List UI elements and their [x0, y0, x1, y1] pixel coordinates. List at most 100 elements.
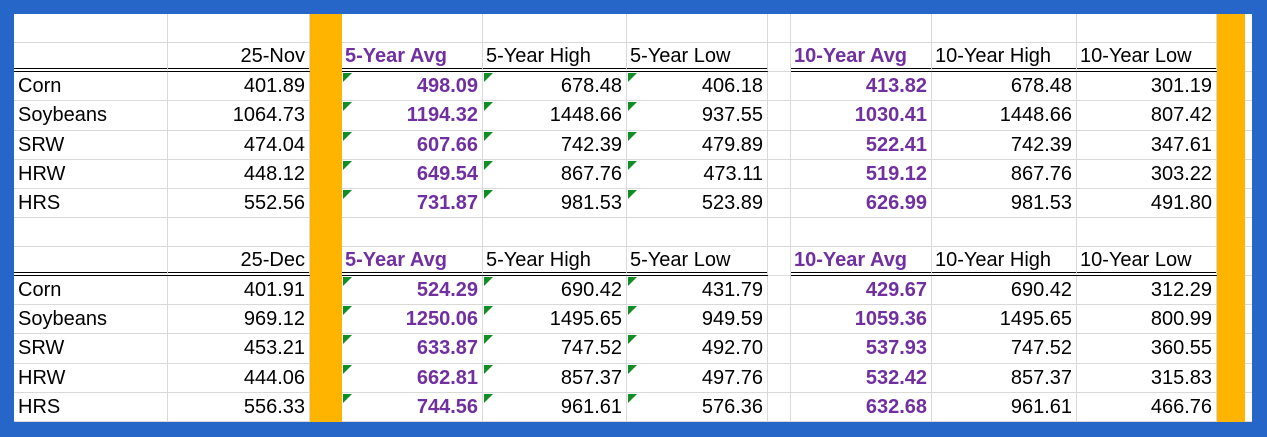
low5-cell[interactable]: 523.89	[627, 188, 768, 218]
low10-cell[interactable]: 303.22	[1077, 159, 1217, 189]
row-label-header[interactable]	[14, 247, 168, 277]
blank-cell[interactable]	[791, 217, 932, 247]
avg5-cell[interactable]: 662.81	[342, 363, 483, 393]
high5-cell[interactable]: 857.37	[483, 363, 627, 393]
blank-cell[interactable]	[483, 217, 627, 247]
avg10-cell[interactable]: 537.93	[791, 334, 932, 364]
commodity-label[interactable]: Corn	[14, 276, 168, 306]
high5-cell[interactable]: 1495.65	[483, 305, 627, 335]
header-10yr-high[interactable]: 10-Year High	[932, 43, 1077, 73]
blank-cell[interactable]	[483, 14, 627, 44]
header-5yr-high[interactable]: 5-Year High	[483, 247, 627, 277]
blank-cell[interactable]	[627, 14, 768, 44]
avg5-cell[interactable]: 649.54	[342, 159, 483, 189]
header-10yr-low[interactable]: 10-Year Low	[1077, 247, 1217, 277]
avg10-cell[interactable]: 1059.36	[791, 305, 932, 335]
high10-cell[interactable]: 747.52	[932, 334, 1077, 364]
avg10-cell[interactable]: 522.41	[791, 130, 932, 160]
low10-cell[interactable]: 301.19	[1077, 72, 1217, 102]
high5-cell[interactable]: 678.48	[483, 72, 627, 102]
avg5-cell[interactable]: 731.87	[342, 188, 483, 218]
commodity-label[interactable]: SRW	[14, 334, 168, 364]
avg10-cell[interactable]: 626.99	[791, 188, 932, 218]
current-price-cell[interactable]: 556.33	[168, 392, 310, 422]
commodity-label[interactable]: HRW	[14, 363, 168, 393]
high5-cell[interactable]: 961.61	[483, 392, 627, 422]
high10-cell[interactable]: 857.37	[932, 363, 1077, 393]
blank-cell[interactable]	[14, 217, 168, 247]
blank-cell[interactable]	[768, 217, 791, 247]
header-10yr-avg[interactable]: 10-Year Avg	[791, 43, 932, 73]
commodity-label[interactable]: HRS	[14, 188, 168, 218]
date-header[interactable]: 25-Nov	[168, 43, 310, 73]
commodity-label[interactable]: Soybeans	[14, 101, 168, 131]
header-5yr-high[interactable]: 5-Year High	[483, 43, 627, 73]
blank-cell[interactable]	[14, 14, 168, 44]
commodity-label[interactable]: HRW	[14, 159, 168, 189]
low5-cell[interactable]: 431.79	[627, 276, 768, 306]
avg5-cell[interactable]: 633.87	[342, 334, 483, 364]
blank-cell[interactable]	[168, 217, 310, 247]
avg10-cell[interactable]: 532.42	[791, 363, 932, 393]
avg10-cell[interactable]: 1030.41	[791, 101, 932, 131]
low5-cell[interactable]: 937.55	[627, 101, 768, 131]
blank-cell[interactable]	[1077, 217, 1217, 247]
low10-cell[interactable]: 800.99	[1077, 305, 1217, 335]
high5-cell[interactable]: 747.52	[483, 334, 627, 364]
low5-cell[interactable]: 497.76	[627, 363, 768, 393]
avg10-cell[interactable]: 519.12	[791, 159, 932, 189]
blank-cell[interactable]	[168, 14, 310, 44]
avg5-cell[interactable]: 1250.06	[342, 305, 483, 335]
header-5yr-avg[interactable]: 5-Year Avg	[342, 247, 483, 277]
blank-cell[interactable]	[627, 217, 768, 247]
avg10-cell[interactable]: 413.82	[791, 72, 932, 102]
avg5-cell[interactable]: 607.66	[342, 130, 483, 160]
avg10-cell[interactable]: 429.67	[791, 276, 932, 306]
current-price-cell[interactable]: 453.21	[168, 334, 310, 364]
high10-cell[interactable]: 961.61	[932, 392, 1077, 422]
commodity-label[interactable]: Soybeans	[14, 305, 168, 335]
header-5yr-low[interactable]: 5-Year Low	[627, 247, 768, 277]
header-10yr-high[interactable]: 10-Year High	[932, 247, 1077, 277]
blank-cell[interactable]	[932, 14, 1077, 44]
commodity-label[interactable]: Corn	[14, 72, 168, 102]
low10-cell[interactable]: 807.42	[1077, 101, 1217, 131]
current-price-cell[interactable]: 401.91	[168, 276, 310, 306]
high5-cell[interactable]: 981.53	[483, 188, 627, 218]
low10-cell[interactable]: 347.61	[1077, 130, 1217, 160]
high10-cell[interactable]: 678.48	[932, 72, 1077, 102]
avg5-cell[interactable]: 524.29	[342, 276, 483, 306]
low10-cell[interactable]: 466.76	[1077, 392, 1217, 422]
low10-cell[interactable]: 312.29	[1077, 276, 1217, 306]
avg10-cell[interactable]: 632.68	[791, 392, 932, 422]
avg5-cell[interactable]: 744.56	[342, 392, 483, 422]
high10-cell[interactable]: 867.76	[932, 159, 1077, 189]
header-10yr-low[interactable]: 10-Year Low	[1077, 43, 1217, 73]
low5-cell[interactable]: 406.18	[627, 72, 768, 102]
high5-cell[interactable]: 1448.66	[483, 101, 627, 131]
date-header[interactable]: 25-Dec	[168, 247, 310, 277]
blank-cell[interactable]	[342, 14, 483, 44]
header-5yr-low[interactable]: 5-Year Low	[627, 43, 768, 73]
low5-cell[interactable]: 473.11	[627, 159, 768, 189]
avg5-cell[interactable]: 498.09	[342, 72, 483, 102]
low5-cell[interactable]: 479.89	[627, 130, 768, 160]
current-price-cell[interactable]: 552.56	[168, 188, 310, 218]
high5-cell[interactable]: 742.39	[483, 130, 627, 160]
low5-cell[interactable]: 576.36	[627, 392, 768, 422]
current-price-cell[interactable]: 969.12	[168, 305, 310, 335]
high10-cell[interactable]: 981.53	[932, 188, 1077, 218]
low10-cell[interactable]: 315.83	[1077, 363, 1217, 393]
low5-cell[interactable]: 949.59	[627, 305, 768, 335]
commodity-label[interactable]: HRS	[14, 392, 168, 422]
commodity-label[interactable]: SRW	[14, 130, 168, 160]
blank-cell[interactable]	[342, 217, 483, 247]
high10-cell[interactable]: 742.39	[932, 130, 1077, 160]
low10-cell[interactable]: 491.80	[1077, 188, 1217, 218]
high5-cell[interactable]: 867.76	[483, 159, 627, 189]
blank-cell[interactable]	[1077, 14, 1217, 44]
blank-cell[interactable]	[932, 217, 1077, 247]
current-price-cell[interactable]: 401.89	[168, 72, 310, 102]
current-price-cell[interactable]: 444.06	[168, 363, 310, 393]
high5-cell[interactable]: 690.42	[483, 276, 627, 306]
